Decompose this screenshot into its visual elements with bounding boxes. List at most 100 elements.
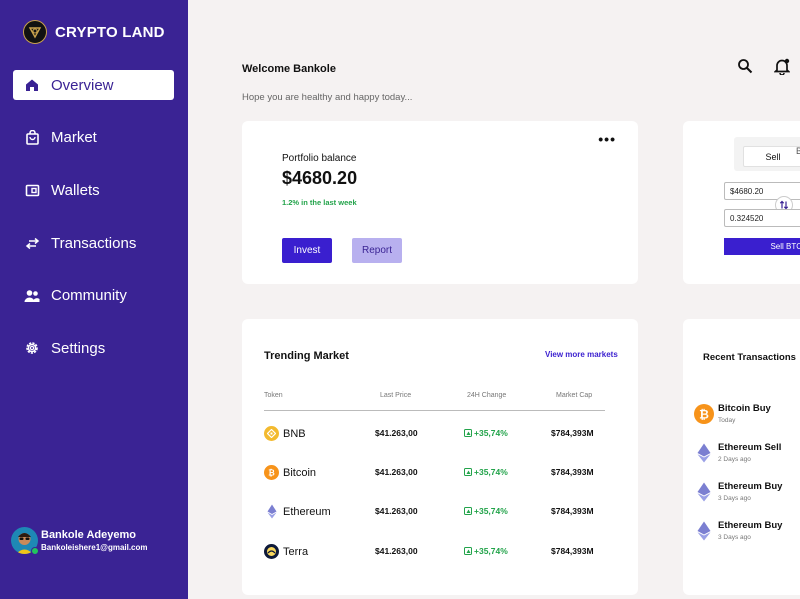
terra-icon	[264, 544, 279, 559]
tab-sell[interactable]: Sell	[743, 146, 800, 167]
list-item[interactable]: Ethereum Buy 3 Days ago	[694, 481, 782, 502]
arrows-exchange-icon	[23, 234, 41, 252]
sidebar-item-market[interactable]: Market	[13, 123, 174, 153]
24h-change: +35,74%	[474, 546, 508, 556]
sidebar-item-label: Settings	[51, 339, 106, 357]
trade-card: Sell B Sell BTC	[683, 121, 800, 284]
token-name: Bitcoin	[283, 466, 317, 479]
invest-button[interactable]: Invest	[282, 238, 332, 263]
user-email: Bankoleishere1@gmail.com	[41, 543, 148, 552]
24h-change: +35,74%	[474, 428, 508, 438]
last-price: $41.263,00	[375, 467, 418, 477]
bnb-icon	[264, 426, 279, 441]
greeting-text: Hope you are healthy and happy today...	[242, 92, 413, 103]
table-row[interactable]: Terra $41.263,00 +35,74% $784,393M	[242, 540, 638, 564]
transaction-name: Bitcoin Buy	[718, 403, 771, 414]
bell-icon[interactable]	[773, 58, 792, 76]
transaction-time: 3 Days ago	[718, 495, 751, 502]
transaction-time: Today	[718, 417, 736, 424]
token-cell: Terra	[264, 544, 308, 559]
change-cell: +35,74%	[464, 428, 508, 438]
recent-transactions-card: Recent Transactions ₿ Bitcoin Buy Today …	[683, 319, 800, 595]
list-item[interactable]: Ethereum Sell 2 Days ago	[694, 442, 781, 463]
search-icon[interactable]	[737, 58, 755, 76]
ethereum-icon	[694, 482, 714, 502]
sidebar-item-wallets[interactable]: Wallets	[13, 175, 174, 205]
trade-tabs: Sell	[734, 137, 800, 171]
table-row[interactable]: Ethereum $41.263,00 +35,74% $784,393M	[242, 500, 638, 524]
change-cell: +35,74%	[464, 546, 508, 556]
view-more-markets-link[interactable]: View more markets	[545, 350, 618, 359]
svg-text:₿: ₿	[699, 407, 709, 421]
transaction-name: Ethereum Buy	[718, 481, 783, 492]
header-divider	[264, 410, 605, 411]
home-icon	[23, 76, 41, 94]
token-cell: ₿ Bitcoin	[264, 465, 316, 480]
transaction-name: Ethereum Sell	[718, 442, 782, 453]
column-header-market-cap: Market Cap	[556, 392, 593, 399]
sidebar-item-label: Wallets	[51, 181, 100, 199]
transaction-time: 3 Days ago	[718, 534, 751, 541]
more-options-icon[interactable]: •••	[598, 131, 616, 147]
sidebar-item-label: Overview	[51, 76, 114, 94]
bitcoin-icon: ₿	[264, 465, 279, 480]
brand-name: CRYPTO LAND	[55, 23, 165, 41]
user-name: Bankole Adeyemo	[41, 529, 136, 541]
svg-text:₿: ₿	[268, 469, 275, 478]
brand[interactable]: CRYPTO LAND	[23, 20, 165, 44]
column-header-last-price: Last Price	[380, 392, 412, 399]
trending-market-card: Trending Market View more markets Token …	[242, 319, 638, 595]
sidebar-item-community[interactable]: Community	[13, 281, 174, 311]
sidebar-item-label: Market	[51, 129, 97, 147]
portfolio-balance-value: $4680.20	[282, 168, 358, 188]
token-name: Terra	[283, 545, 309, 558]
token-name: Ethereum	[283, 505, 331, 518]
online-status-indicator	[31, 547, 39, 555]
transaction-time: 2 Days ago	[718, 456, 751, 463]
recent-transactions-title: Recent Transactions	[703, 352, 796, 363]
user-info: Bankole Adeyemo Bankoleishere1@gmail.com	[41, 529, 148, 552]
last-price: $41.263,00	[375, 428, 418, 438]
sidebar-item-label: Community	[51, 287, 127, 305]
portfolio-change: 1.2% in the last week	[282, 198, 357, 207]
sell-btc-button[interactable]: Sell BTC	[724, 238, 800, 255]
amount-crypto-input[interactable]	[724, 209, 800, 227]
report-button[interactable]: Report	[352, 238, 402, 263]
list-item[interactable]: Ethereum Buy 3 Days ago	[694, 520, 782, 541]
table-row[interactable]: BNB $41.263,00 +35,74% $784,393M	[242, 422, 638, 446]
last-price: $41.263,00	[375, 506, 418, 516]
column-header-token: Token	[264, 392, 283, 399]
people-icon	[23, 287, 41, 305]
sidebar-item-overview[interactable]: Overview	[13, 70, 174, 100]
wallet-icon	[23, 181, 41, 199]
ethereum-icon	[694, 521, 714, 541]
last-price: $41.263,00	[375, 546, 418, 556]
column-header-24h-change: 24H Change	[467, 392, 507, 399]
shopping-bag-icon	[23, 129, 41, 147]
tab-buy[interactable]: B	[796, 146, 800, 156]
table-row[interactable]: ₿ Bitcoin $41.263,00 +35,74% $784,393M	[242, 461, 638, 485]
ethereum-icon	[264, 504, 279, 519]
sidebar-item-settings[interactable]: Settings	[13, 333, 174, 363]
sidebar-nav: Overview Market Wallets Transactions Com…	[13, 70, 174, 386]
gear-icon	[23, 339, 41, 357]
24h-change: +35,74%	[474, 467, 508, 477]
up-arrow-icon	[464, 468, 472, 476]
change-cell: +35,74%	[464, 467, 508, 477]
portfolio-card: ••• Portfolio balance $4680.20 1.2% in t…	[242, 121, 638, 284]
market-cap: $784,393M	[551, 506, 594, 516]
sidebar-item-label: Transactions	[51, 234, 137, 252]
trending-market-title: Trending Market	[264, 350, 349, 362]
page-title: Welcome Bankole	[242, 63, 336, 75]
list-item[interactable]: ₿ Bitcoin Buy Today	[694, 403, 771, 424]
up-arrow-icon	[464, 547, 472, 555]
portfolio-balance-label: Portfolio balance	[282, 153, 357, 164]
up-arrow-icon	[464, 429, 472, 437]
user-profile[interactable]: Bankole Adeyemo Bankoleishere1@gmail.com	[11, 527, 148, 555]
change-cell: +35,74%	[464, 506, 508, 516]
market-cap: $784,393M	[551, 467, 594, 477]
market-cap: $784,393M	[551, 428, 594, 438]
ethereum-icon	[694, 443, 714, 463]
up-arrow-icon	[464, 507, 472, 515]
sidebar-item-transactions[interactable]: Transactions	[13, 228, 174, 258]
